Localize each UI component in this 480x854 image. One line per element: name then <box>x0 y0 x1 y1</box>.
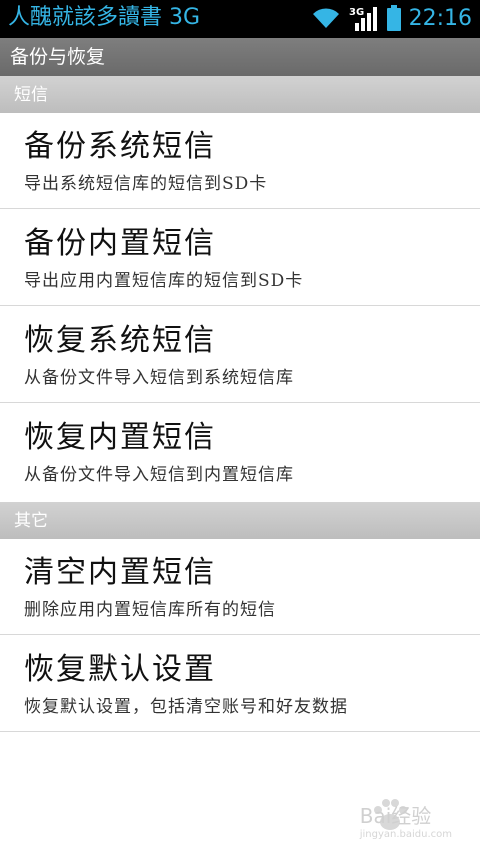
restore-builtin-sms[interactable]: 恢复内置短信 从备份文件导入短信到内置短信库 <box>0 404 480 502</box>
watermark-sub: jingyan.baidu.com <box>359 829 452 840</box>
item-title: 恢复系统短信 <box>24 323 216 358</box>
item-summary: 从备份文件导入短信到内置短信库 <box>24 465 294 485</box>
item-summary: 删除应用内置短信库所有的短信 <box>24 600 276 620</box>
item-summary: 恢复默认设置，包括清空账号和好友数据 <box>24 697 348 717</box>
carrier-label: 人醜就該多讀書 3G <box>8 5 201 30</box>
backup-builtin-sms[interactable]: 备份内置短信 导出应用内置短信库的短信到SD卡 <box>0 210 480 306</box>
item-title: 恢复默认设置 <box>24 652 216 687</box>
item-summary: 导出应用内置短信库的短信到SD卡 <box>24 271 304 291</box>
section-label: 其它 <box>14 511 48 531</box>
section-header-sms: 短信 <box>0 76 480 113</box>
section-label: 短信 <box>14 85 48 105</box>
title-bar: 备份与恢复 <box>0 38 480 76</box>
watermark: Bai经验 jingyan.baidu.com <box>360 800 452 840</box>
backup-system-sms[interactable]: 备份系统短信 导出系统短信库的短信到SD卡 <box>0 113 480 209</box>
item-title: 备份系统短信 <box>24 129 216 164</box>
restore-system-sms[interactable]: 恢复系统短信 从备份文件导入短信到系统短信库 <box>0 307 480 403</box>
clear-builtin-sms[interactable]: 清空内置短信 删除应用内置短信库所有的短信 <box>0 539 480 635</box>
item-title: 恢复内置短信 <box>24 420 216 455</box>
restore-default-settings[interactable]: 恢复默认设置 恢复默认设置，包括清空账号和好友数据 <box>0 636 480 732</box>
page-title: 备份与恢复 <box>10 46 106 68</box>
watermark-text: Bai经验 <box>359 804 432 828</box>
network-type-label: 3G <box>349 7 364 18</box>
item-title: 清空内置短信 <box>24 555 216 590</box>
section-header-other: 其它 <box>0 502 480 539</box>
status-bar: 人醜就該多讀書 3G 3G 22:16 <box>0 0 480 38</box>
wifi-icon <box>312 8 339 28</box>
clock: 22:16 <box>408 5 472 31</box>
item-summary: 导出系统短信库的短信到SD卡 <box>24 174 268 194</box>
signal-icon: 3G <box>349 7 377 31</box>
item-summary: 从备份文件导入短信到系统短信库 <box>24 368 294 388</box>
battery-icon <box>386 5 401 31</box>
status-icons: 3G 22:16 <box>311 4 472 32</box>
item-title: 备份内置短信 <box>24 226 216 261</box>
